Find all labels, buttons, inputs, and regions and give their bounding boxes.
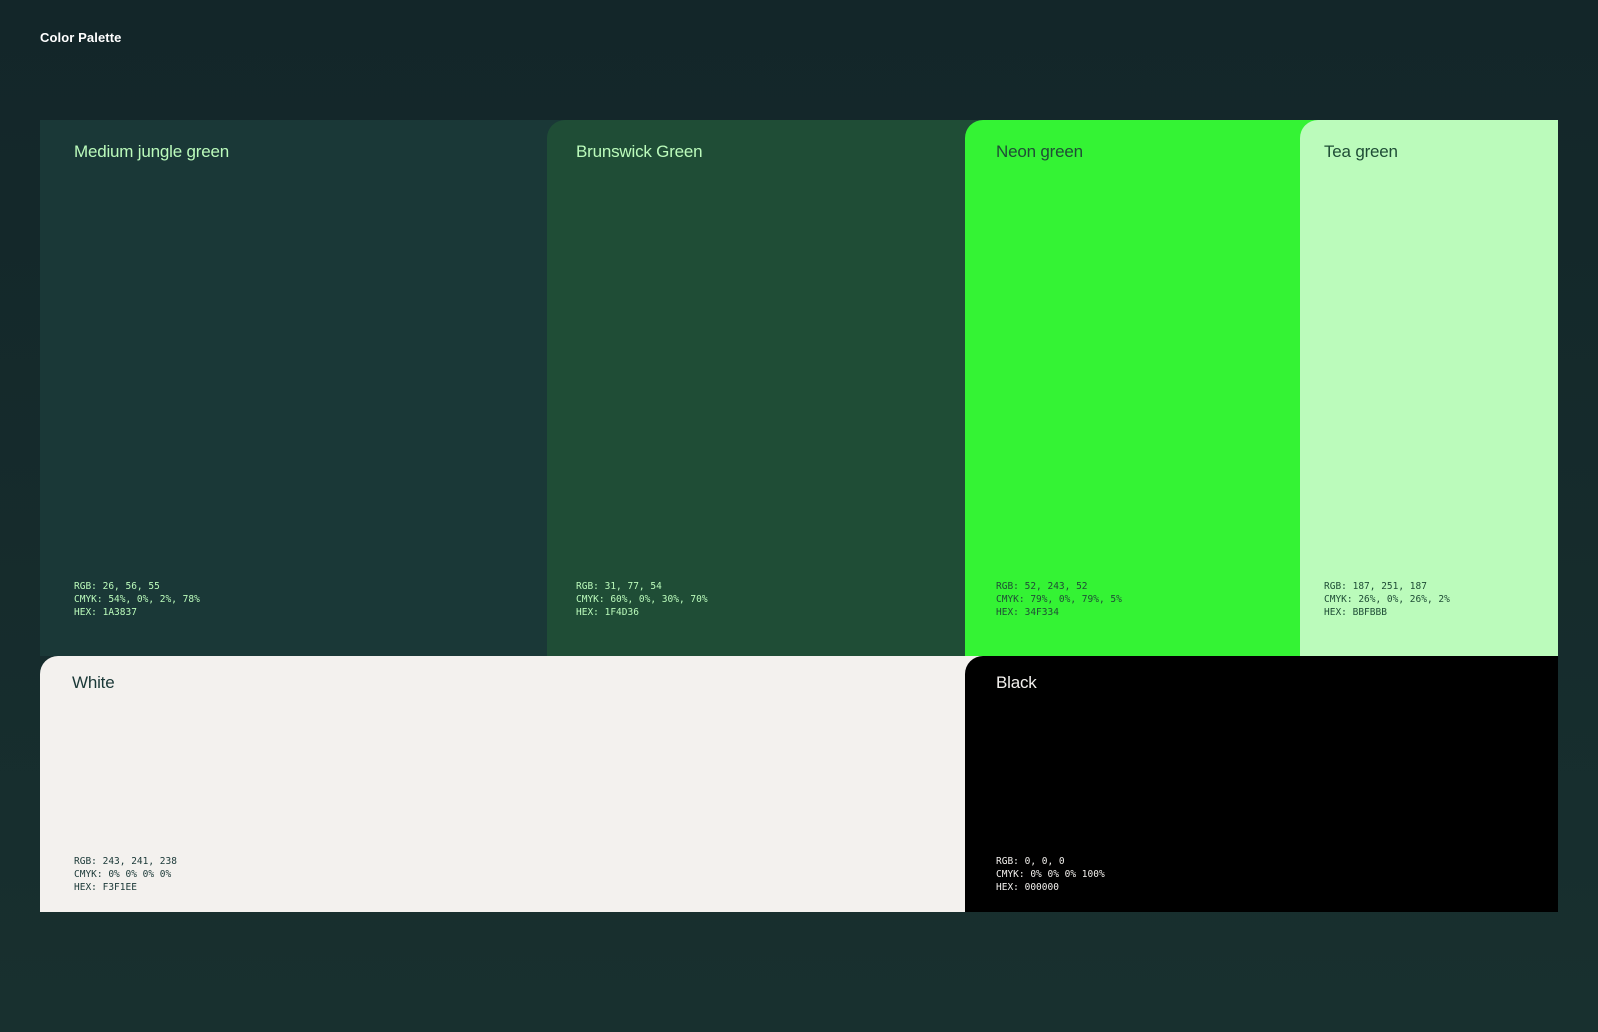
swatch-name: Brunswick Green xyxy=(576,142,703,161)
swatch-hex: HEX: 1F4D36 xyxy=(576,607,639,618)
swatch-hex: HEX: 1A3837 xyxy=(74,607,137,618)
swatch-rgb: RGB: 26, 56, 55 xyxy=(74,581,160,592)
swatch-values: RGB: 26, 56, 55 CMYK: 54%, 0%, 2%, 78% H… xyxy=(74,580,200,619)
swatch-neon-green: Neon green RGB: 52, 243, 52 CMYK: 79%, 0… xyxy=(965,120,1320,656)
swatch-cmyk: CMYK: 60%, 0%, 30%, 70% xyxy=(576,594,708,605)
swatch-rgb: RGB: 0, 0, 0 xyxy=(996,856,1065,867)
swatch-cmyk: CMYK: 0% 0% 0% 100% xyxy=(996,869,1105,880)
swatch-name: White xyxy=(72,673,115,692)
swatch-name: Tea green xyxy=(1324,142,1398,161)
swatch-hex: HEX: BBFBBB xyxy=(1324,607,1387,618)
swatch-brunswick-green: Brunswick Green RGB: 31, 77, 54 CMYK: 60… xyxy=(547,120,988,656)
swatch-values: RGB: 243, 241, 238 CMYK: 0% 0% 0% 0% HEX… xyxy=(74,855,177,894)
swatch-name: Neon green xyxy=(996,142,1083,161)
swatch-values: RGB: 31, 77, 54 CMYK: 60%, 0%, 30%, 70% … xyxy=(576,580,708,619)
swatch-hex: HEX: 34F334 xyxy=(996,607,1059,618)
swatch-rgb: RGB: 187, 251, 187 xyxy=(1324,581,1427,592)
swatch-hex: HEX: 000000 xyxy=(996,882,1059,893)
swatch-tea-green: Tea green RGB: 187, 251, 187 CMYK: 26%, … xyxy=(1300,120,1558,656)
page-title: Color Palette xyxy=(40,30,122,45)
swatch-cmyk: CMYK: 54%, 0%, 2%, 78% xyxy=(74,594,200,605)
swatch-rgb: RGB: 243, 241, 238 xyxy=(74,856,177,867)
swatch-values: RGB: 0, 0, 0 CMYK: 0% 0% 0% 100% HEX: 00… xyxy=(996,855,1105,894)
swatch-hex: HEX: F3F1EE xyxy=(74,882,137,893)
swatch-rgb: RGB: 31, 77, 54 xyxy=(576,581,662,592)
swatch-cmyk: CMYK: 79%, 0%, 79%, 5% xyxy=(996,594,1122,605)
swatch-name: Black xyxy=(996,673,1037,692)
swatch-medium-jungle-green: Medium jungle green RGB: 26, 56, 55 CMYK… xyxy=(40,120,568,656)
swatch-values: RGB: 52, 243, 52 CMYK: 79%, 0%, 79%, 5% … xyxy=(996,580,1122,619)
swatch-black: Black RGB: 0, 0, 0 CMYK: 0% 0% 0% 100% H… xyxy=(965,656,1558,912)
swatch-cmyk: CMYK: 26%, 0%, 26%, 2% xyxy=(1324,594,1450,605)
swatch-white: White RGB: 243, 241, 238 CMYK: 0% 0% 0% … xyxy=(40,656,985,912)
swatch-values: RGB: 187, 251, 187 CMYK: 26%, 0%, 26%, 2… xyxy=(1324,580,1450,619)
swatch-rgb: RGB: 52, 243, 52 xyxy=(996,581,1088,592)
swatch-cmyk: CMYK: 0% 0% 0% 0% xyxy=(74,869,172,880)
swatch-name: Medium jungle green xyxy=(74,142,229,161)
